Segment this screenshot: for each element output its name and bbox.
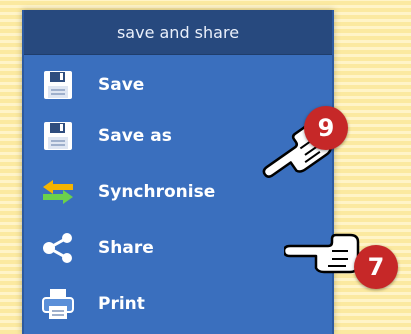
sync-arrows-icon	[38, 174, 78, 210]
menu-item-label: Share	[98, 238, 154, 258]
share-icon	[38, 230, 78, 266]
menu-item-save[interactable]: Save	[24, 62, 332, 108]
floppy-disk-icon	[38, 67, 78, 103]
panel-title: save and share	[24, 10, 332, 55]
menu-item-label: Save	[98, 75, 145, 95]
menu-item-label: Save as	[98, 126, 172, 146]
menu-item-label: Synchronise	[98, 182, 216, 202]
callout-badge: 9	[304, 106, 348, 150]
save-share-menu: Save Save as Synchronise Share Print	[24, 54, 332, 332]
menu-item-label: Print	[98, 294, 145, 314]
floppy-disk-icon	[38, 118, 78, 154]
printer-icon	[38, 286, 78, 322]
pointing-hand-icon	[282, 222, 364, 286]
callout-badge: 7	[354, 245, 398, 289]
